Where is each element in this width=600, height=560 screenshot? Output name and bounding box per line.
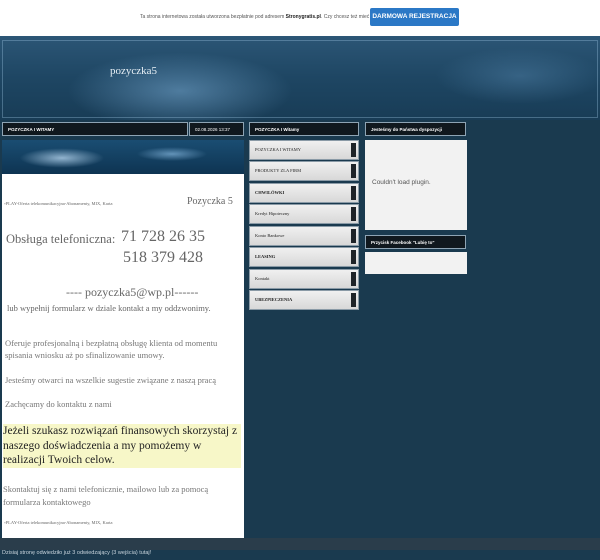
paragraph-suggestions: Jesteśmy otwarci na wszelkie sugestie zw… <box>5 375 216 385</box>
paragraph-contact: Zachęcamy do kontaktu z nami <box>5 399 112 409</box>
phone-number-1: 71 728 26 35 <box>121 228 205 245</box>
site-header: pozyczka5 <box>0 36 600 120</box>
paragraph-service: Oferuje profesjonalną i bezpłatną obsług… <box>5 338 218 360</box>
highlight-paragraph: Jeżeli szukasz rozwiązań finansowych sko… <box>3 424 241 468</box>
header-frame <box>2 40 598 118</box>
sidebar-box2-title: Przycisk Facebook "Lubię to" <box>365 235 466 249</box>
date-label: 02.08.2026 13:37 <box>189 122 244 136</box>
menu-item-tab <box>351 228 356 243</box>
email-address: ---- pozyczka5@wp.pl------ <box>66 285 199 299</box>
plugin-error: Couldn't load plugin. <box>372 179 431 186</box>
phone-label: Obsługa telefoniczna: <box>6 232 116 246</box>
main-content: ▫PLAY-Oferta telekomunikacyjna-Abonament… <box>2 140 244 538</box>
menu-item-kontakt[interactable]: Kontakt <box>249 268 359 289</box>
menu-title: POZYCZKA I Witamy <box>249 122 359 136</box>
visitor-counter: Dzisiaj stronę odwiedziło już 3 odwiedza… <box>2 550 152 556</box>
menu-item-tab <box>351 250 356 265</box>
menu-item-kredyt[interactable]: Kredyt Hipoteczny <box>249 204 359 225</box>
broken-image-top: ▫PLAY-Oferta telekomunikacyjna-Abonament… <box>4 201 113 206</box>
menu-item-produkty[interactable]: PRODUKTY ZLA FIRM <box>249 161 359 182</box>
menu-item-pozyczka[interactable]: POZYCZKA I WITAMY <box>249 140 359 160</box>
promo-message: Ta strona internetowa została utworzona … <box>140 14 405 20</box>
broken-image-bottom: ▫PLAY-Oferta telekomunikacyjna-Abonament… <box>4 520 113 525</box>
main-section-title: POZYCZKA I WITAMY <box>2 122 188 136</box>
menu-item-tab <box>351 143 356 157</box>
content-banner <box>2 140 244 174</box>
menu-item-tab <box>351 185 356 200</box>
content-bottom-strip <box>0 538 600 550</box>
plugin-box: Couldn't load plugin. <box>365 140 467 230</box>
menu-item-tab <box>351 207 356 222</box>
menu-item-chwilowki[interactable]: CHWILÓWKI <box>249 182 359 203</box>
phone-number-2: 518 379 428 <box>123 249 203 266</box>
top-promo-bar: Ta strona internetowa została utworzona … <box>0 0 600 37</box>
form-note: lub wypełnij formularz w dziale kontakt … <box>7 303 211 313</box>
site-title[interactable]: pozyczka5 <box>110 65 157 77</box>
paragraph-contact-methods: Skontaktuj się z nami telefonicznie, mai… <box>3 484 209 507</box>
menu-item-tab <box>351 164 356 179</box>
side-menu: POZYCZKA I WITAMY PRODUKTY ZLA FIRM CHWI… <box>249 140 359 312</box>
site-link[interactable]: Stronygratis.pl <box>286 14 321 20</box>
menu-item-leasing[interactable]: LEASING <box>249 247 359 268</box>
sidebar-box1-title: Jesteśmy do Państwa dyspozycji <box>365 122 466 136</box>
menu-item-tab <box>351 271 356 286</box>
facebook-like-box <box>365 252 467 274</box>
page-heading: Pozyczka 5 <box>187 196 233 207</box>
menu-item-konto[interactable]: Konto Bankowe <box>249 225 359 246</box>
menu-item-tab <box>351 293 356 308</box>
register-button[interactable]: DARMOWA REJESTRACJA <box>370 8 459 26</box>
menu-item-ubezpieczenia[interactable]: UBEZPIECZENIA <box>249 290 359 310</box>
